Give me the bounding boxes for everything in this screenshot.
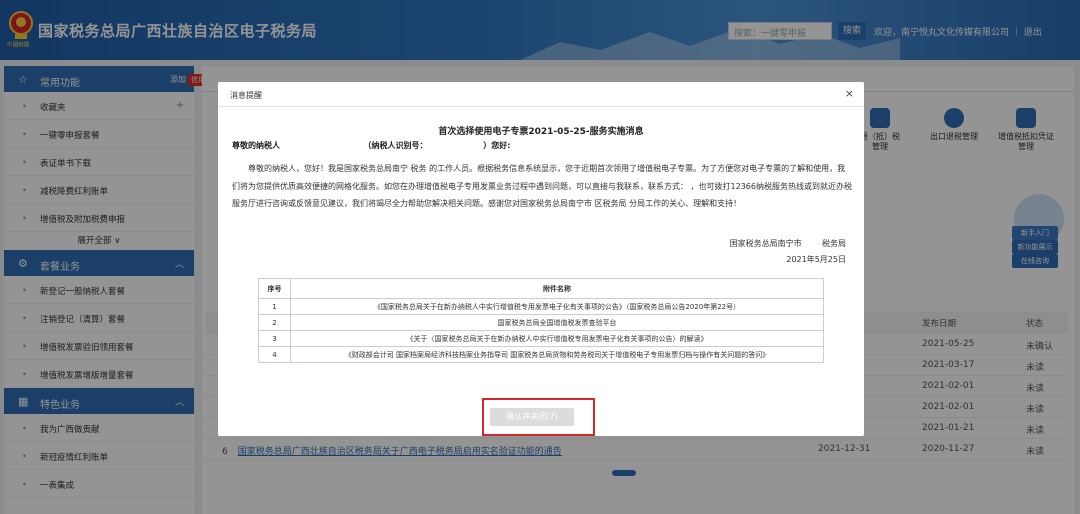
header-no: 序号 xyxy=(258,278,291,299)
message-body: 尊敬的纳税人，您好！我是国家税务总局南宁 税务 的工作人员。根据税务信息系统显示… xyxy=(232,164,852,208)
close-icon[interactable]: × xyxy=(845,87,854,100)
attachment-link[interactable]: 《关于〈国家税务总局关于在新办纳税人中实行增值税专用发票电子化有关事项的公告〉的… xyxy=(290,330,824,347)
greeting: 尊敬的纳税人 （纳税人识别号： ）您好: xyxy=(232,141,511,150)
table-row: 2 国家税务总局全国增值税发票查验平台 xyxy=(258,314,824,331)
attachment-link[interactable]: 国家税务总局全国增值税发票查验平台 xyxy=(290,314,824,331)
attachment-table: 序号 附件名称 1 《国家税务总局关于在新办纳税人中实行增值税专用发票电子化有关… xyxy=(258,278,824,363)
modal-title: 消息提醒 xyxy=(230,91,262,100)
header-name: 附件名称 xyxy=(290,278,824,299)
message-modal: 消息提醒 × 首次选择使用电子专票2021-05-25-服务实施消息 尊敬的纳税… xyxy=(218,82,864,436)
row-number: 2 xyxy=(258,314,291,331)
table-row: 4 《财政部会计司 国家档案局经济科技档案业务指导司 国家税务总局货物和劳务税司… xyxy=(258,346,824,363)
signature-date: 2021年5月25日 xyxy=(786,255,846,264)
attachment-link[interactable]: 《财政部会计司 国家档案局经济科技档案业务指导司 国家税务总局货物和劳务税司关于… xyxy=(290,346,824,363)
row-number: 1 xyxy=(258,298,291,315)
signature-org: 国家税务总局南宁市 税务局 xyxy=(729,239,846,248)
message-title: 首次选择使用电子专票2021-05-25-服务实施消息 xyxy=(438,127,644,137)
table-row: 3 《关于〈国家税务总局关于在新办纳税人中实行增值税专用发票电子化有关事项的公告… xyxy=(258,330,824,347)
highlight-annotation xyxy=(482,398,595,436)
table-row: 1 《国家税务总局关于在新办纳税人中实行增值税专用发票电子化有关事项的公告》（国… xyxy=(258,298,824,315)
row-number: 3 xyxy=(258,330,291,347)
attachment-link[interactable]: 《国家税务总局关于在新办纳税人中实行增值税专用发票电子化有关事项的公告》（国家税… xyxy=(290,298,824,315)
row-number: 4 xyxy=(258,346,291,363)
divider xyxy=(218,106,864,107)
table-header: 序号 附件名称 xyxy=(258,278,824,299)
